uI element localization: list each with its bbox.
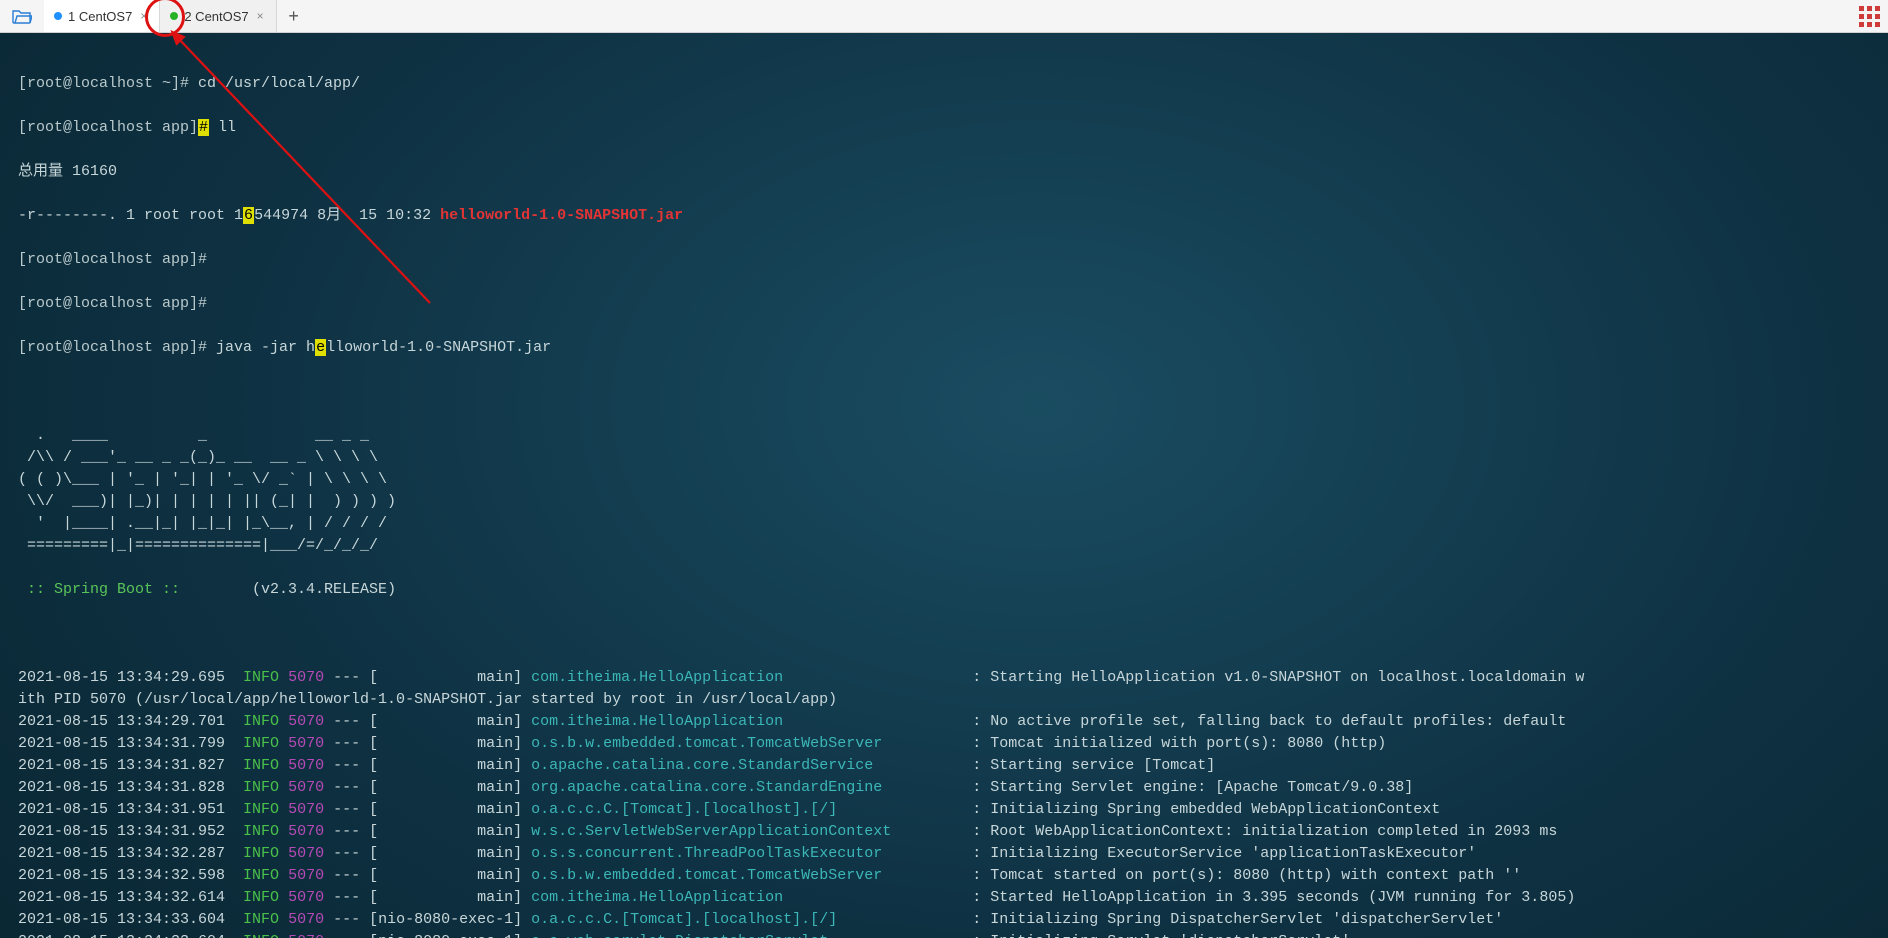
session-tab[interactable]: 2 CentOS7 × xyxy=(160,0,276,32)
session-tab[interactable]: 1 CentOS7 × xyxy=(44,0,160,32)
log-line: 2021-08-15 13:34:31.828 INFO 5070 --- [ … xyxy=(18,777,1870,799)
log-line: 2021-08-15 13:34:31.951 INFO 5070 --- [ … xyxy=(18,799,1870,821)
folder-open-icon[interactable] xyxy=(0,0,44,32)
log-line: 2021-08-15 13:34:31.827 INFO 5070 --- [ … xyxy=(18,755,1870,777)
term-line: [root@localhost app]# java -jar hellowor… xyxy=(18,337,1870,359)
term-line: [root@localhost app]# xyxy=(18,249,1870,271)
term-line: 总用量 16160 xyxy=(18,161,1870,183)
tab-label: 2 CentOS7 xyxy=(184,9,248,24)
log-line: 2021-08-15 13:34:31.799 INFO 5070 --- [ … xyxy=(18,733,1870,755)
status-dot-icon xyxy=(54,12,62,20)
term-line: [root@localhost app]# ll xyxy=(18,117,1870,139)
terminal[interactable]: [root@localhost ~]# cd /usr/local/app/ [… xyxy=(0,33,1888,938)
app-grid-icon[interactable] xyxy=(1859,6,1880,27)
blank-line xyxy=(18,381,1870,403)
log-line: 2021-08-15 13:34:32.287 INFO 5070 --- [ … xyxy=(18,843,1870,865)
close-tab-icon[interactable]: × xyxy=(138,9,149,23)
status-dot-icon xyxy=(170,12,178,20)
term-line: [root@localhost ~]# cd /usr/local/app/ xyxy=(18,73,1870,95)
log-line: 2021-08-15 13:34:32.614 INFO 5070 --- [ … xyxy=(18,887,1870,909)
log-line: 2021-08-15 13:34:33.604 INFO 5070 --- [n… xyxy=(18,931,1870,938)
blank-line xyxy=(18,623,1870,645)
spring-version-line: :: Spring Boot :: (v2.3.4.RELEASE) xyxy=(18,579,1870,601)
term-line: [root@localhost app]# xyxy=(18,293,1870,315)
close-tab-icon[interactable]: × xyxy=(255,9,266,23)
term-line: -r--------. 1 root root 16544974 8月 15 1… xyxy=(18,205,1870,227)
tab-label: 1 CentOS7 xyxy=(68,9,132,24)
log-line: 2021-08-15 13:34:29.695 INFO 5070 --- [ … xyxy=(18,667,1870,689)
log-line: 2021-08-15 13:34:32.598 INFO 5070 --- [ … xyxy=(18,865,1870,887)
new-tab-button[interactable]: + xyxy=(277,0,311,32)
spring-banner: . ____ _ __ _ _ /\\ / ___'_ __ _ _(_)_ _… xyxy=(18,425,1870,557)
log-line: ith PID 5070 (/usr/local/app/helloworld-… xyxy=(18,689,1870,711)
tab-bar: 1 CentOS7 × 2 CentOS7 × + xyxy=(0,0,1888,33)
log-line: 2021-08-15 13:34:33.604 INFO 5070 --- [n… xyxy=(18,909,1870,931)
log-line: 2021-08-15 13:34:31.952 INFO 5070 --- [ … xyxy=(18,821,1870,843)
log-line: 2021-08-15 13:34:29.701 INFO 5070 --- [ … xyxy=(18,711,1870,733)
